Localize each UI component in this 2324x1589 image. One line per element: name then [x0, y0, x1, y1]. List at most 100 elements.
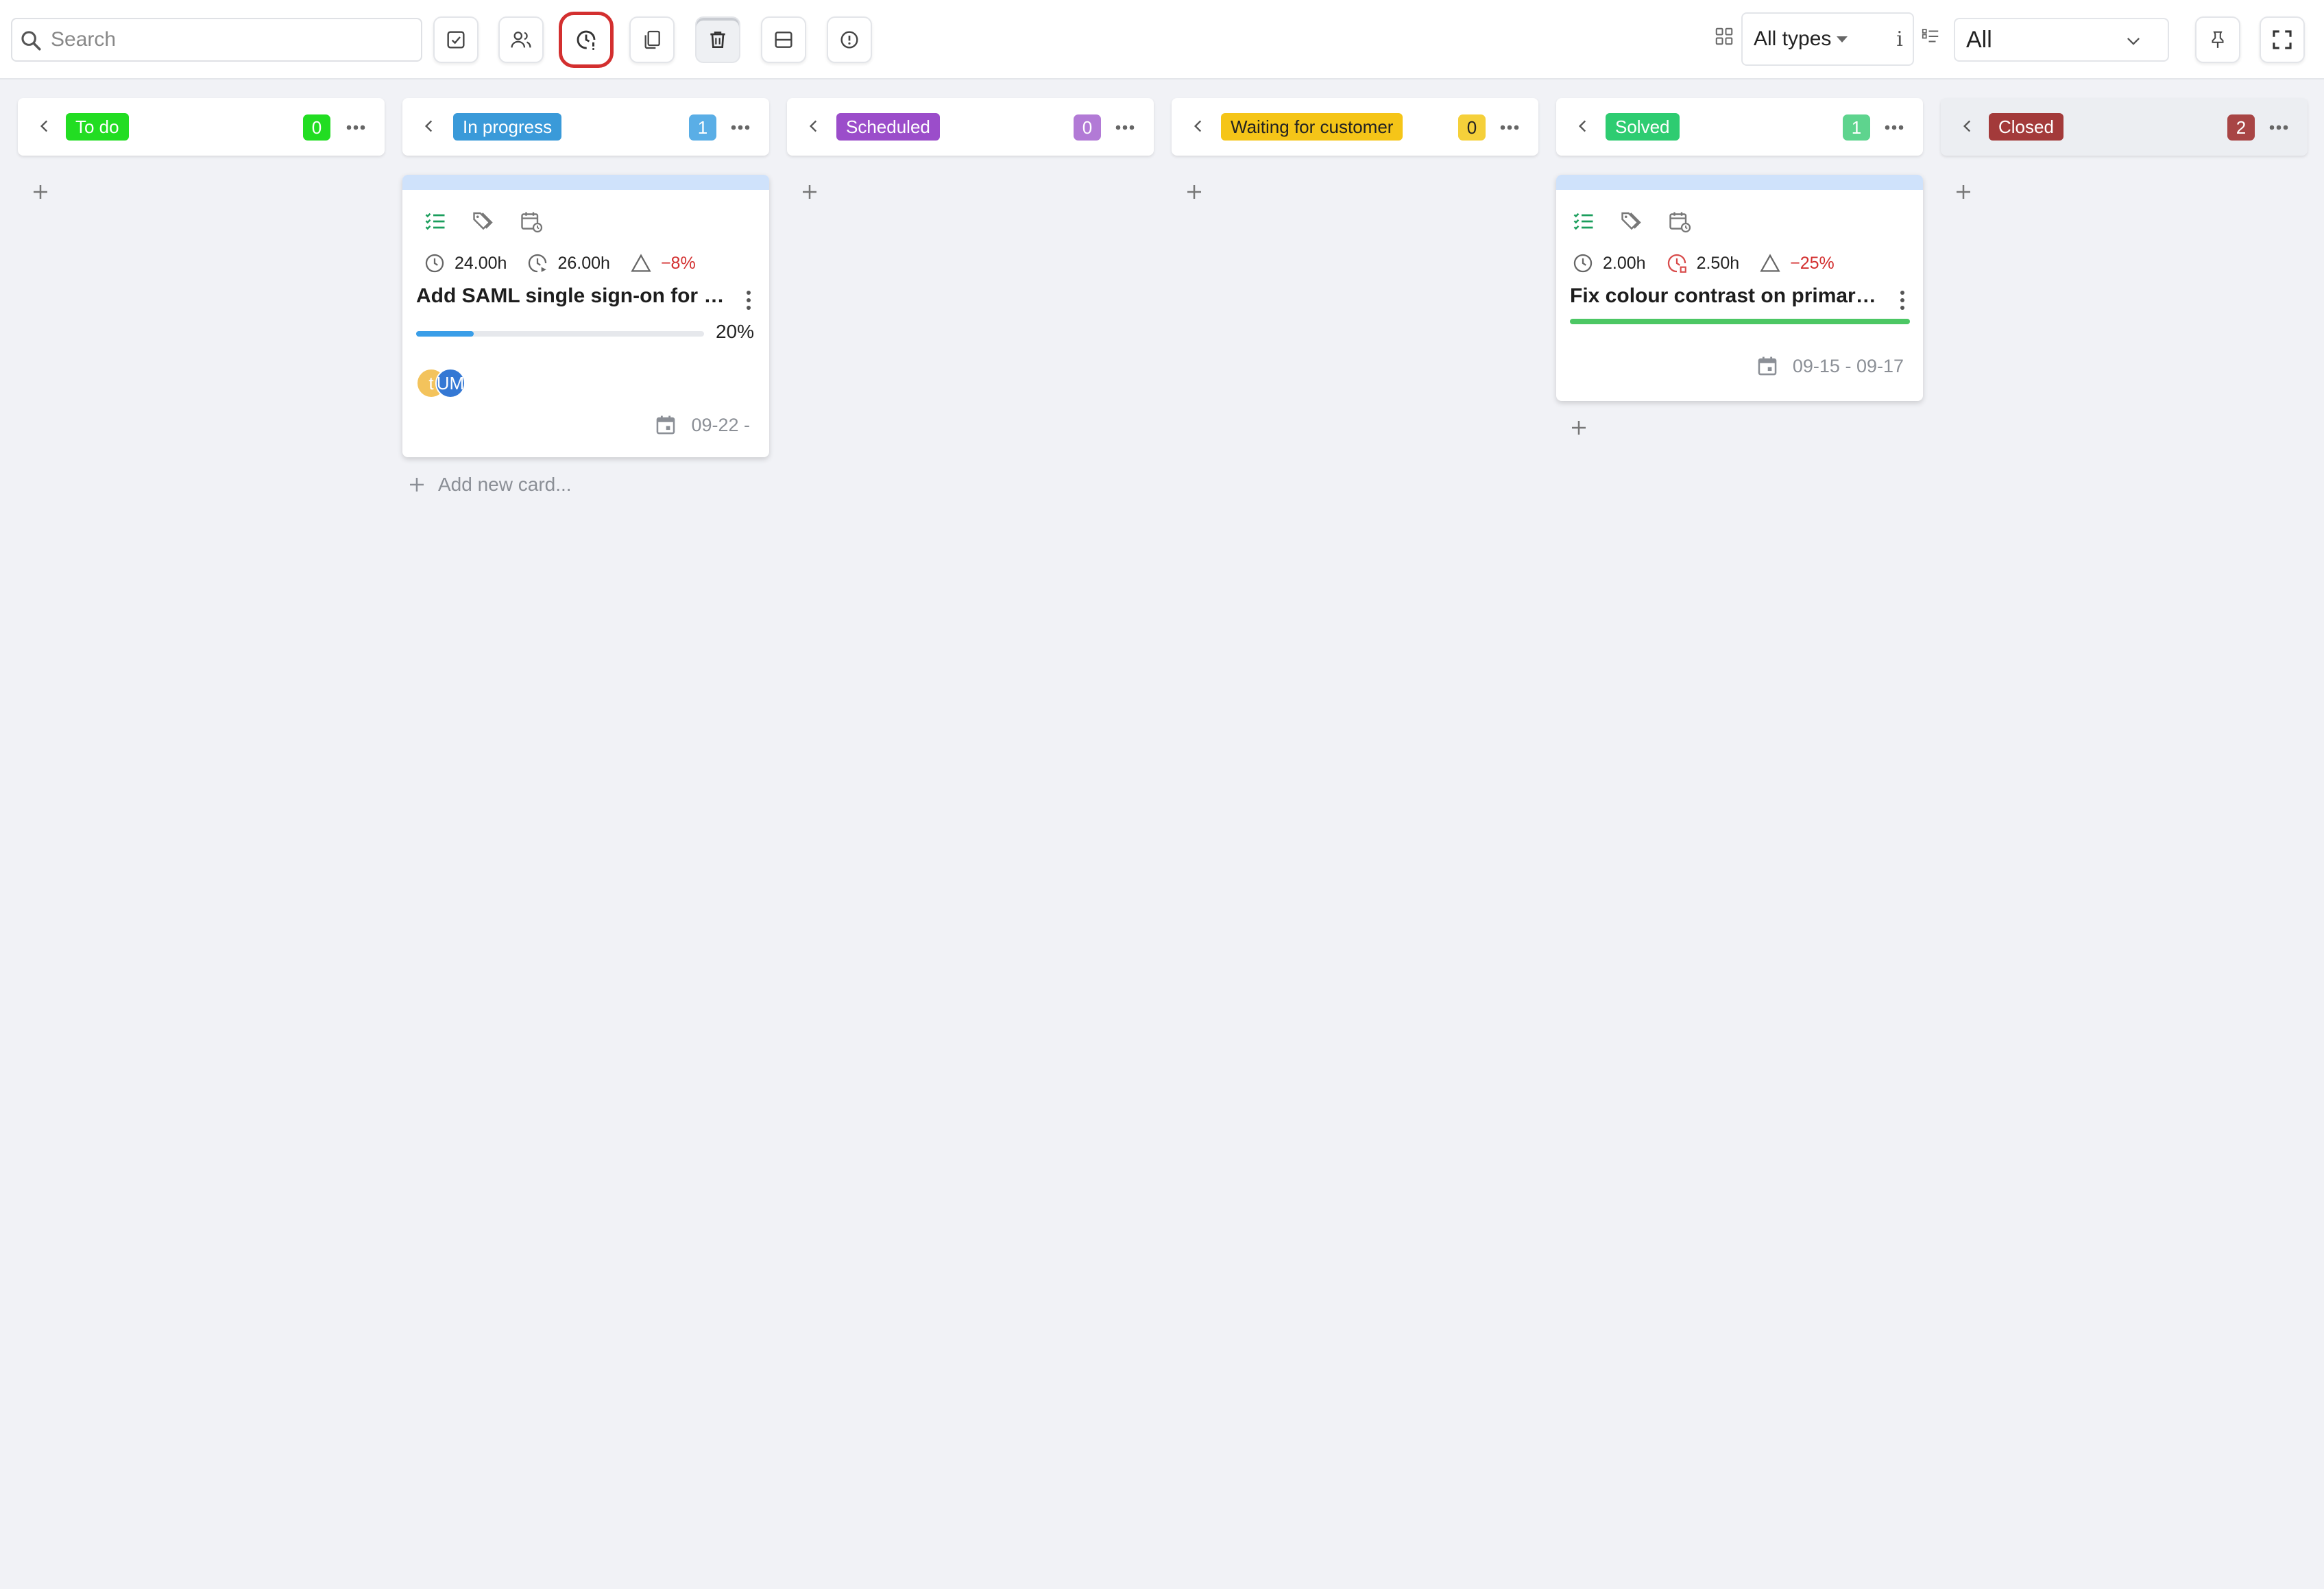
- type-info-button[interactable]: i: [1887, 12, 1914, 66]
- calendar-icon: [1756, 354, 1779, 378]
- clock-logged-icon: [526, 252, 549, 275]
- duplicate-button[interactable]: [629, 16, 675, 63]
- chevron-left-icon[interactable]: [1959, 117, 1976, 135]
- triangle-icon: [1758, 252, 1782, 275]
- task-card[interactable]: 2.00h 2.50h −25% Fix colour contrast on …: [1556, 175, 1923, 401]
- column-solved: Solved 1 2.00h 2.50h −25% Fix colour con…: [1556, 98, 1923, 435]
- chevron-left-icon[interactable]: [36, 117, 53, 135]
- due-date: 09-22 -: [654, 413, 750, 437]
- tags-icon[interactable]: [471, 209, 496, 234]
- clock-overtime-icon: [1665, 252, 1688, 275]
- layout-toggle-button[interactable]: [761, 16, 806, 63]
- progress-fill: [416, 331, 474, 337]
- date-range: 09-15 - 09-17: [1792, 355, 1904, 376]
- select-mode-button[interactable]: [433, 16, 479, 63]
- add-card-button[interactable]: [30, 182, 51, 202]
- info-button[interactable]: [827, 16, 872, 63]
- column-in-progress: In progress 1 24.00h 26.00h −8% Add SAML…: [402, 98, 769, 495]
- column-scheduled: Scheduled 0: [787, 98, 1154, 199]
- pin-icon: [2207, 29, 2228, 50]
- column-header: Solved 1: [1556, 98, 1923, 156]
- status-label: Waiting for customer: [1221, 113, 1403, 141]
- layout-icon: [773, 29, 795, 51]
- status-label: Scheduled: [836, 113, 940, 141]
- column-header: To do 0: [18, 98, 385, 156]
- toolbar: All types i All: [0, 0, 2324, 80]
- search-box[interactable]: [11, 18, 422, 62]
- time-stats: 24.00h 26.00h −8%: [423, 252, 715, 275]
- assignee-avatars: t UM: [416, 368, 465, 398]
- type-select-value: All types: [1754, 27, 1832, 50]
- filter-select[interactable]: All: [1954, 18, 2169, 62]
- chevron-left-icon[interactable]: [1574, 117, 1592, 135]
- status-label: Solved: [1606, 113, 1680, 141]
- calendar-icon: [654, 413, 677, 437]
- add-new-card-link[interactable]: Add new card...: [407, 474, 572, 496]
- progress-percent: 20%: [715, 321, 754, 342]
- search-input[interactable]: [51, 22, 414, 58]
- completion-bar: [1570, 319, 1910, 324]
- add-card-button[interactable]: [799, 182, 820, 202]
- add-card-button[interactable]: [1184, 182, 1205, 202]
- chevron-left-icon[interactable]: [805, 117, 823, 135]
- estimate-value: 2.00h: [1603, 253, 1646, 273]
- add-card-button[interactable]: [1569, 417, 1589, 438]
- more-icon[interactable]: [1884, 124, 1904, 131]
- column-to-do: To do 0: [18, 98, 385, 199]
- chevron-left-icon[interactable]: [420, 117, 438, 135]
- assignees-button[interactable]: [498, 16, 544, 63]
- fullscreen-button[interactable]: [2260, 16, 2305, 63]
- overdue-filter-button[interactable]: [559, 12, 614, 68]
- tags-icon[interactable]: [1619, 209, 1644, 234]
- info-circle-icon: [838, 29, 860, 51]
- column-header: Scheduled 0: [787, 98, 1154, 156]
- logged-value: 26.00h: [557, 253, 610, 273]
- caret-down-icon: [1837, 36, 1848, 43]
- more-icon[interactable]: [2268, 124, 2289, 131]
- column-closed: Closed 2: [1941, 98, 2308, 199]
- estimate-value: 24.00h: [455, 253, 507, 273]
- plus-icon: [34, 185, 47, 199]
- variance-value: −8%: [660, 253, 696, 273]
- calendar-clock-icon[interactable]: [1667, 209, 1692, 234]
- count-badge: 0: [1458, 114, 1486, 141]
- task-card[interactable]: 24.00h 26.00h −8% Add SAML single sign-o…: [402, 175, 769, 457]
- more-icon[interactable]: [346, 124, 366, 131]
- card-title[interactable]: Add SAML single sign-on for staf...: [416, 284, 731, 308]
- list-icon: [1920, 26, 1941, 47]
- calendar-clock-icon[interactable]: [519, 209, 544, 234]
- kebab-icon[interactable]: [746, 290, 751, 311]
- plus-icon: [1187, 185, 1201, 199]
- card-title[interactable]: Fix colour contrast on primary b...: [1570, 284, 1885, 308]
- checklist-icon[interactable]: [423, 209, 448, 234]
- status-label: In progress: [453, 113, 562, 141]
- column-header: Closed 2: [1941, 98, 2308, 156]
- pin-button[interactable]: [2195, 16, 2240, 63]
- time-stats: 2.00h 2.50h −25%: [1571, 252, 1854, 275]
- count-badge: 2: [2227, 114, 2255, 141]
- card-color-bar: [402, 175, 769, 190]
- avatar[interactable]: UM: [435, 368, 465, 398]
- kebab-icon[interactable]: [1900, 290, 1905, 311]
- plus-icon: [1957, 185, 1970, 199]
- checklist-icon[interactable]: [1571, 209, 1596, 234]
- add-card-button[interactable]: [1953, 182, 1974, 202]
- triangle-icon: [629, 252, 653, 275]
- more-icon[interactable]: [1115, 124, 1135, 131]
- type-select[interactable]: All types: [1741, 12, 1888, 66]
- card-color-bar: [1556, 175, 1923, 190]
- due-date: 09-15 - 09-17: [1756, 354, 1904, 378]
- count-badge: 0: [303, 114, 330, 141]
- more-icon[interactable]: [1499, 124, 1520, 131]
- checkbox-icon: [445, 29, 467, 51]
- plus-icon: [803, 185, 816, 199]
- clock-icon: [1571, 252, 1595, 275]
- status-label: Closed: [1989, 113, 2063, 141]
- more-icon[interactable]: [730, 124, 751, 131]
- clock-icon: [423, 252, 446, 275]
- trash-button[interactable]: [695, 16, 740, 63]
- chevron-down-icon: [2124, 32, 2143, 51]
- column-header: Waiting for customer 0: [1172, 98, 1538, 156]
- chevron-left-icon[interactable]: [1189, 117, 1207, 135]
- count-badge: 1: [689, 114, 716, 141]
